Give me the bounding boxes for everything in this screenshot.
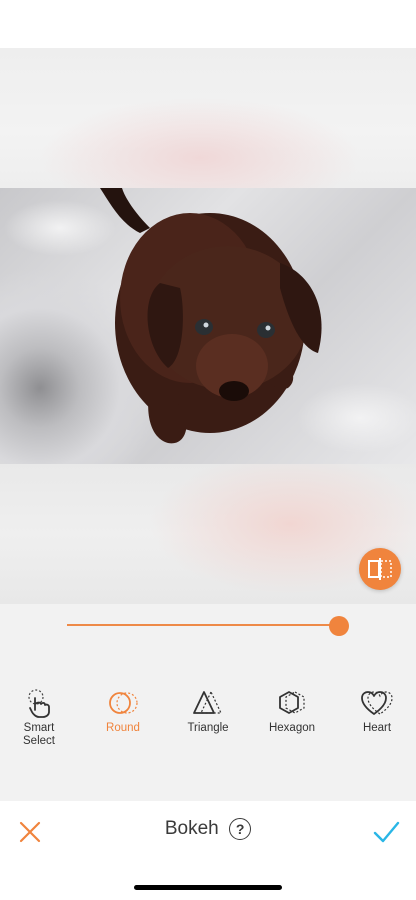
confirm-button[interactable] xyxy=(372,818,400,846)
heart-shape-icon xyxy=(361,691,393,715)
help-icon[interactable]: ? xyxy=(229,818,252,840)
hexagon-shape-icon xyxy=(279,691,305,714)
tool-heart[interactable]: Heart xyxy=(339,688,415,735)
editor-title: Bokeh xyxy=(164,818,219,839)
tool-smart-select-label: Smart Select xyxy=(23,722,55,747)
tool-triangle[interactable]: Triangle xyxy=(170,688,246,735)
tool-round[interactable]: Round xyxy=(85,688,161,735)
intensity-slider-track[interactable] xyxy=(67,624,340,626)
split-compare-icon xyxy=(368,558,392,580)
circle-shape-icon xyxy=(109,692,138,714)
status-bar xyxy=(0,0,416,48)
blurred-background-bottom xyxy=(0,464,416,604)
blurred-background-top xyxy=(0,48,416,188)
puppy-illustration xyxy=(100,188,322,444)
compare-button[interactable] xyxy=(359,548,401,590)
tool-smart-select[interactable]: Smart Select xyxy=(1,688,77,748)
image-canvas[interactable] xyxy=(0,48,416,604)
checkmark-icon xyxy=(373,821,400,843)
intensity-slider-thumb[interactable] xyxy=(329,616,349,636)
photo-puppy xyxy=(0,188,416,465)
home-indicator xyxy=(134,885,282,890)
tool-hexagon[interactable]: Hexagon xyxy=(254,688,330,735)
tool-triangle-label: Triangle xyxy=(187,722,229,734)
tool-heart-label: Heart xyxy=(362,722,392,734)
triangle-shape-icon xyxy=(193,691,222,714)
tool-round-label: Round xyxy=(106,722,140,734)
tool-hexagon-label: Hexagon xyxy=(268,722,316,734)
editor-title-bar: Bokeh ? xyxy=(0,818,416,840)
hand-tap-icon xyxy=(28,689,50,718)
